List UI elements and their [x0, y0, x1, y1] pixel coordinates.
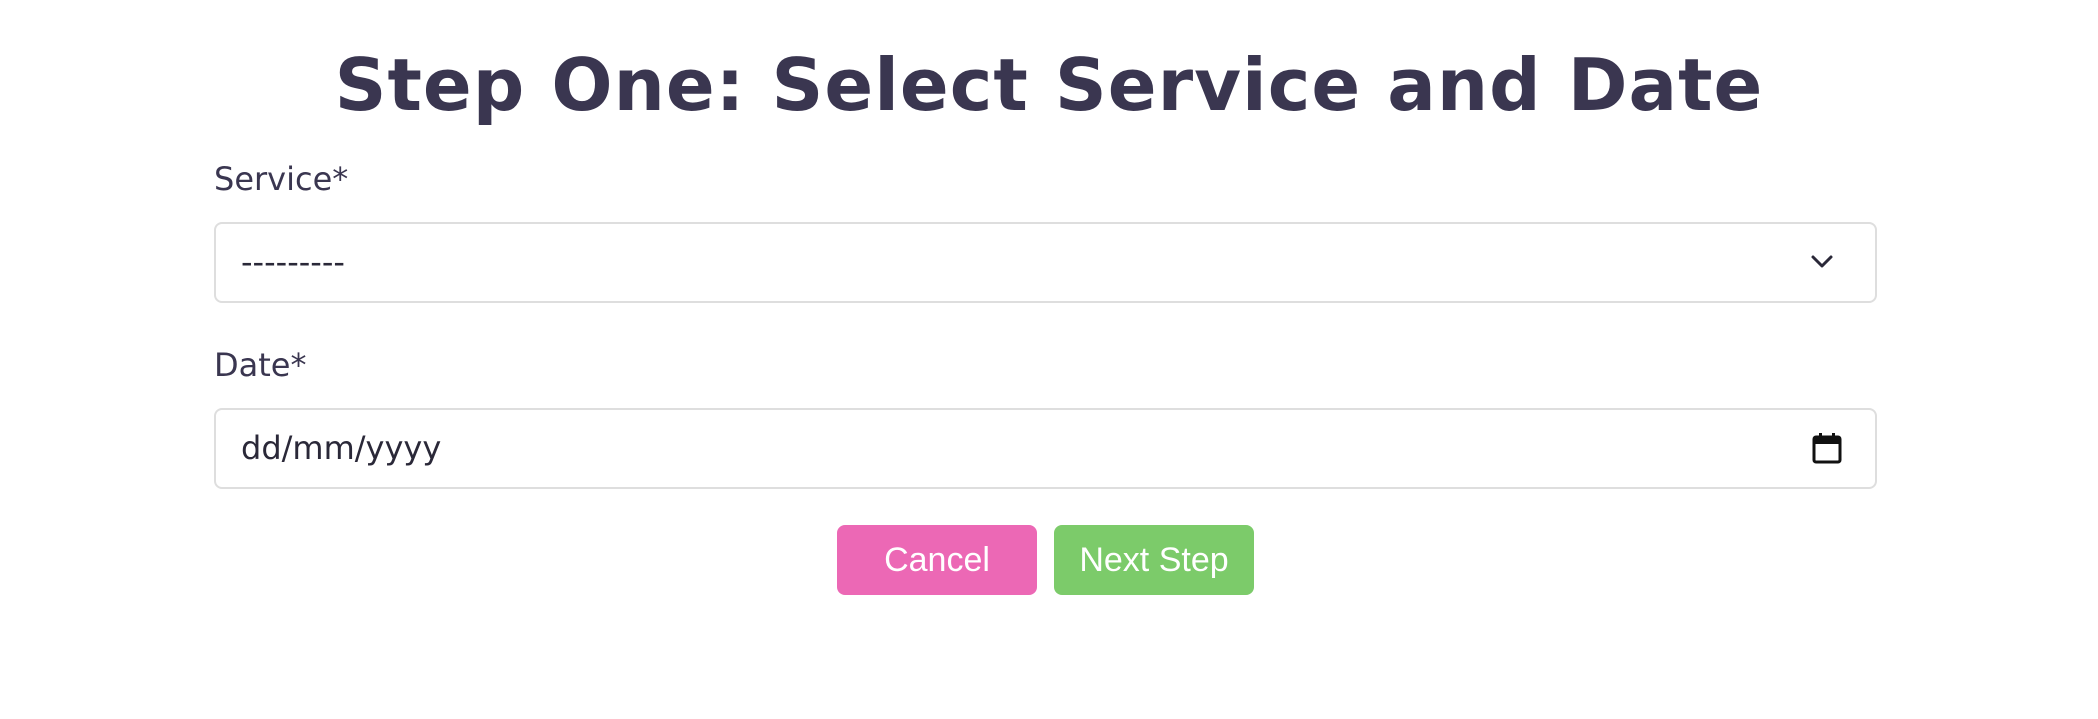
service-label: Service* — [214, 160, 349, 198]
chevron-down-icon — [1811, 255, 1833, 268]
page-title: Step One: Select Service and Date — [334, 43, 1764, 127]
service-date-form: Service* --------- Date* dd/mm/yyyy — [214, 156, 1877, 489]
date-field-group: Date* dd/mm/yyyy — [214, 342, 1877, 489]
cancel-button[interactable]: Cancel — [837, 525, 1037, 595]
service-field-group: Service* --------- — [214, 156, 1877, 303]
date-input[interactable]: dd/mm/yyyy — [214, 408, 1877, 489]
next-step-button[interactable]: Next Step — [1054, 525, 1254, 595]
calendar-icon[interactable] — [1811, 431, 1843, 465]
date-label: Date* — [214, 346, 307, 384]
booking-step-one-page: Step One: Select Service and Date Servic… — [0, 0, 2098, 719]
service-selected-value: --------- — [241, 243, 345, 281]
date-placeholder: dd/mm/yyyy — [241, 429, 442, 467]
service-select[interactable]: --------- — [214, 222, 1877, 303]
form-actions: Cancel Next Step — [837, 525, 1254, 595]
